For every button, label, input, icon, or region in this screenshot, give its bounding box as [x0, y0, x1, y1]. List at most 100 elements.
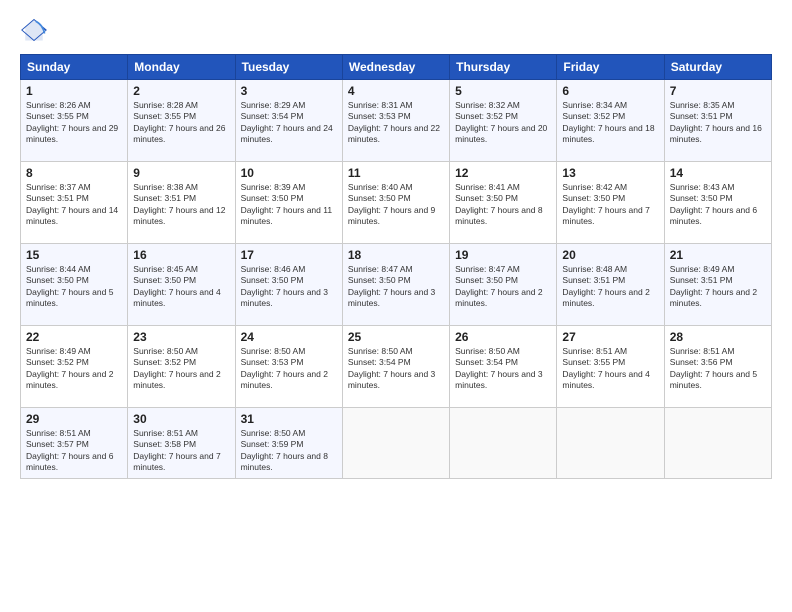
- day-cell: 27 Sunrise: 8:51 AMSunset: 3:55 PMDaylig…: [557, 326, 664, 408]
- day-number: 7: [670, 84, 766, 98]
- day-cell: 15 Sunrise: 8:44 AMSunset: 3:50 PMDaylig…: [21, 244, 128, 326]
- day-cell: [664, 408, 771, 479]
- day-cell: 12 Sunrise: 8:41 AMSunset: 3:50 PMDaylig…: [450, 162, 557, 244]
- week-row-3: 15 Sunrise: 8:44 AMSunset: 3:50 PMDaylig…: [21, 244, 772, 326]
- day-cell: 9 Sunrise: 8:38 AMSunset: 3:51 PMDayligh…: [128, 162, 235, 244]
- day-header-tuesday: Tuesday: [235, 55, 342, 80]
- day-header-monday: Monday: [128, 55, 235, 80]
- day-number: 28: [670, 330, 766, 344]
- day-number: 20: [562, 248, 658, 262]
- day-number: 12: [455, 166, 551, 180]
- day-cell: 3 Sunrise: 8:29 AMSunset: 3:54 PMDayligh…: [235, 80, 342, 162]
- day-cell: 5 Sunrise: 8:32 AMSunset: 3:52 PMDayligh…: [450, 80, 557, 162]
- day-cell: 11 Sunrise: 8:40 AMSunset: 3:50 PMDaylig…: [342, 162, 449, 244]
- day-number: 3: [241, 84, 337, 98]
- day-cell: 24 Sunrise: 8:50 AMSunset: 3:53 PMDaylig…: [235, 326, 342, 408]
- day-number: 25: [348, 330, 444, 344]
- header: [20, 16, 772, 44]
- day-cell: 13 Sunrise: 8:42 AMSunset: 3:50 PMDaylig…: [557, 162, 664, 244]
- day-cell: 8 Sunrise: 8:37 AMSunset: 3:51 PMDayligh…: [21, 162, 128, 244]
- day-number: 17: [241, 248, 337, 262]
- day-number: 14: [670, 166, 766, 180]
- day-info: Sunrise: 8:38 AMSunset: 3:51 PMDaylight:…: [133, 182, 225, 226]
- week-row-1: 1 Sunrise: 8:26 AMSunset: 3:55 PMDayligh…: [21, 80, 772, 162]
- day-number: 15: [26, 248, 122, 262]
- day-header-saturday: Saturday: [664, 55, 771, 80]
- day-info: Sunrise: 8:39 AMSunset: 3:50 PMDaylight:…: [241, 182, 333, 226]
- day-number: 4: [348, 84, 444, 98]
- day-info: Sunrise: 8:37 AMSunset: 3:51 PMDaylight:…: [26, 182, 118, 226]
- day-number: 21: [670, 248, 766, 262]
- day-info: Sunrise: 8:28 AMSunset: 3:55 PMDaylight:…: [133, 100, 225, 144]
- day-info: Sunrise: 8:31 AMSunset: 3:53 PMDaylight:…: [348, 100, 440, 144]
- day-number: 6: [562, 84, 658, 98]
- day-info: Sunrise: 8:50 AMSunset: 3:54 PMDaylight:…: [455, 346, 542, 390]
- day-header-thursday: Thursday: [450, 55, 557, 80]
- day-number: 16: [133, 248, 229, 262]
- day-info: Sunrise: 8:49 AMSunset: 3:52 PMDaylight:…: [26, 346, 113, 390]
- day-info: Sunrise: 8:45 AMSunset: 3:50 PMDaylight:…: [133, 264, 220, 308]
- day-info: Sunrise: 8:51 AMSunset: 3:56 PMDaylight:…: [670, 346, 757, 390]
- day-info: Sunrise: 8:47 AMSunset: 3:50 PMDaylight:…: [348, 264, 435, 308]
- day-cell: 23 Sunrise: 8:50 AMSunset: 3:52 PMDaylig…: [128, 326, 235, 408]
- day-info: Sunrise: 8:32 AMSunset: 3:52 PMDaylight:…: [455, 100, 547, 144]
- day-number: 5: [455, 84, 551, 98]
- day-info: Sunrise: 8:26 AMSunset: 3:55 PMDaylight:…: [26, 100, 118, 144]
- day-cell: [557, 408, 664, 479]
- day-cell: 16 Sunrise: 8:45 AMSunset: 3:50 PMDaylig…: [128, 244, 235, 326]
- day-cell: 2 Sunrise: 8:28 AMSunset: 3:55 PMDayligh…: [128, 80, 235, 162]
- day-cell: 14 Sunrise: 8:43 AMSunset: 3:50 PMDaylig…: [664, 162, 771, 244]
- day-number: 24: [241, 330, 337, 344]
- day-cell: 31 Sunrise: 8:50 AMSunset: 3:59 PMDaylig…: [235, 408, 342, 479]
- day-info: Sunrise: 8:50 AMSunset: 3:59 PMDaylight:…: [241, 428, 328, 472]
- week-row-2: 8 Sunrise: 8:37 AMSunset: 3:51 PMDayligh…: [21, 162, 772, 244]
- day-number: 26: [455, 330, 551, 344]
- day-number: 23: [133, 330, 229, 344]
- day-info: Sunrise: 8:29 AMSunset: 3:54 PMDaylight:…: [241, 100, 333, 144]
- logo-icon: [20, 16, 48, 44]
- day-number: 31: [241, 412, 337, 426]
- day-cell: 29 Sunrise: 8:51 AMSunset: 3:57 PMDaylig…: [21, 408, 128, 479]
- day-cell: 1 Sunrise: 8:26 AMSunset: 3:55 PMDayligh…: [21, 80, 128, 162]
- day-number: 11: [348, 166, 444, 180]
- day-info: Sunrise: 8:41 AMSunset: 3:50 PMDaylight:…: [455, 182, 542, 226]
- day-header-wednesday: Wednesday: [342, 55, 449, 80]
- day-cell: 7 Sunrise: 8:35 AMSunset: 3:51 PMDayligh…: [664, 80, 771, 162]
- day-number: 8: [26, 166, 122, 180]
- day-info: Sunrise: 8:42 AMSunset: 3:50 PMDaylight:…: [562, 182, 649, 226]
- day-info: Sunrise: 8:51 AMSunset: 3:58 PMDaylight:…: [133, 428, 220, 472]
- day-header-sunday: Sunday: [21, 55, 128, 80]
- day-number: 29: [26, 412, 122, 426]
- day-info: Sunrise: 8:44 AMSunset: 3:50 PMDaylight:…: [26, 264, 113, 308]
- day-cell: 19 Sunrise: 8:47 AMSunset: 3:50 PMDaylig…: [450, 244, 557, 326]
- day-info: Sunrise: 8:50 AMSunset: 3:53 PMDaylight:…: [241, 346, 328, 390]
- header-row: SundayMondayTuesdayWednesdayThursdayFrid…: [21, 55, 772, 80]
- day-info: Sunrise: 8:40 AMSunset: 3:50 PMDaylight:…: [348, 182, 435, 226]
- day-info: Sunrise: 8:51 AMSunset: 3:57 PMDaylight:…: [26, 428, 113, 472]
- day-number: 10: [241, 166, 337, 180]
- day-info: Sunrise: 8:47 AMSunset: 3:50 PMDaylight:…: [455, 264, 542, 308]
- week-row-4: 22 Sunrise: 8:49 AMSunset: 3:52 PMDaylig…: [21, 326, 772, 408]
- day-cell: 18 Sunrise: 8:47 AMSunset: 3:50 PMDaylig…: [342, 244, 449, 326]
- day-cell: 28 Sunrise: 8:51 AMSunset: 3:56 PMDaylig…: [664, 326, 771, 408]
- day-cell: 10 Sunrise: 8:39 AMSunset: 3:50 PMDaylig…: [235, 162, 342, 244]
- calendar-table: SundayMondayTuesdayWednesdayThursdayFrid…: [20, 54, 772, 479]
- week-row-5: 29 Sunrise: 8:51 AMSunset: 3:57 PMDaylig…: [21, 408, 772, 479]
- page: SundayMondayTuesdayWednesdayThursdayFrid…: [0, 0, 792, 612]
- day-cell: 17 Sunrise: 8:46 AMSunset: 3:50 PMDaylig…: [235, 244, 342, 326]
- day-cell: [450, 408, 557, 479]
- day-cell: 26 Sunrise: 8:50 AMSunset: 3:54 PMDaylig…: [450, 326, 557, 408]
- day-number: 22: [26, 330, 122, 344]
- day-cell: [342, 408, 449, 479]
- day-cell: 30 Sunrise: 8:51 AMSunset: 3:58 PMDaylig…: [128, 408, 235, 479]
- day-number: 2: [133, 84, 229, 98]
- day-cell: 21 Sunrise: 8:49 AMSunset: 3:51 PMDaylig…: [664, 244, 771, 326]
- day-info: Sunrise: 8:50 AMSunset: 3:54 PMDaylight:…: [348, 346, 435, 390]
- day-info: Sunrise: 8:49 AMSunset: 3:51 PMDaylight:…: [670, 264, 757, 308]
- day-cell: 20 Sunrise: 8:48 AMSunset: 3:51 PMDaylig…: [557, 244, 664, 326]
- day-number: 9: [133, 166, 229, 180]
- day-number: 18: [348, 248, 444, 262]
- day-info: Sunrise: 8:51 AMSunset: 3:55 PMDaylight:…: [562, 346, 649, 390]
- day-header-friday: Friday: [557, 55, 664, 80]
- day-info: Sunrise: 8:43 AMSunset: 3:50 PMDaylight:…: [670, 182, 757, 226]
